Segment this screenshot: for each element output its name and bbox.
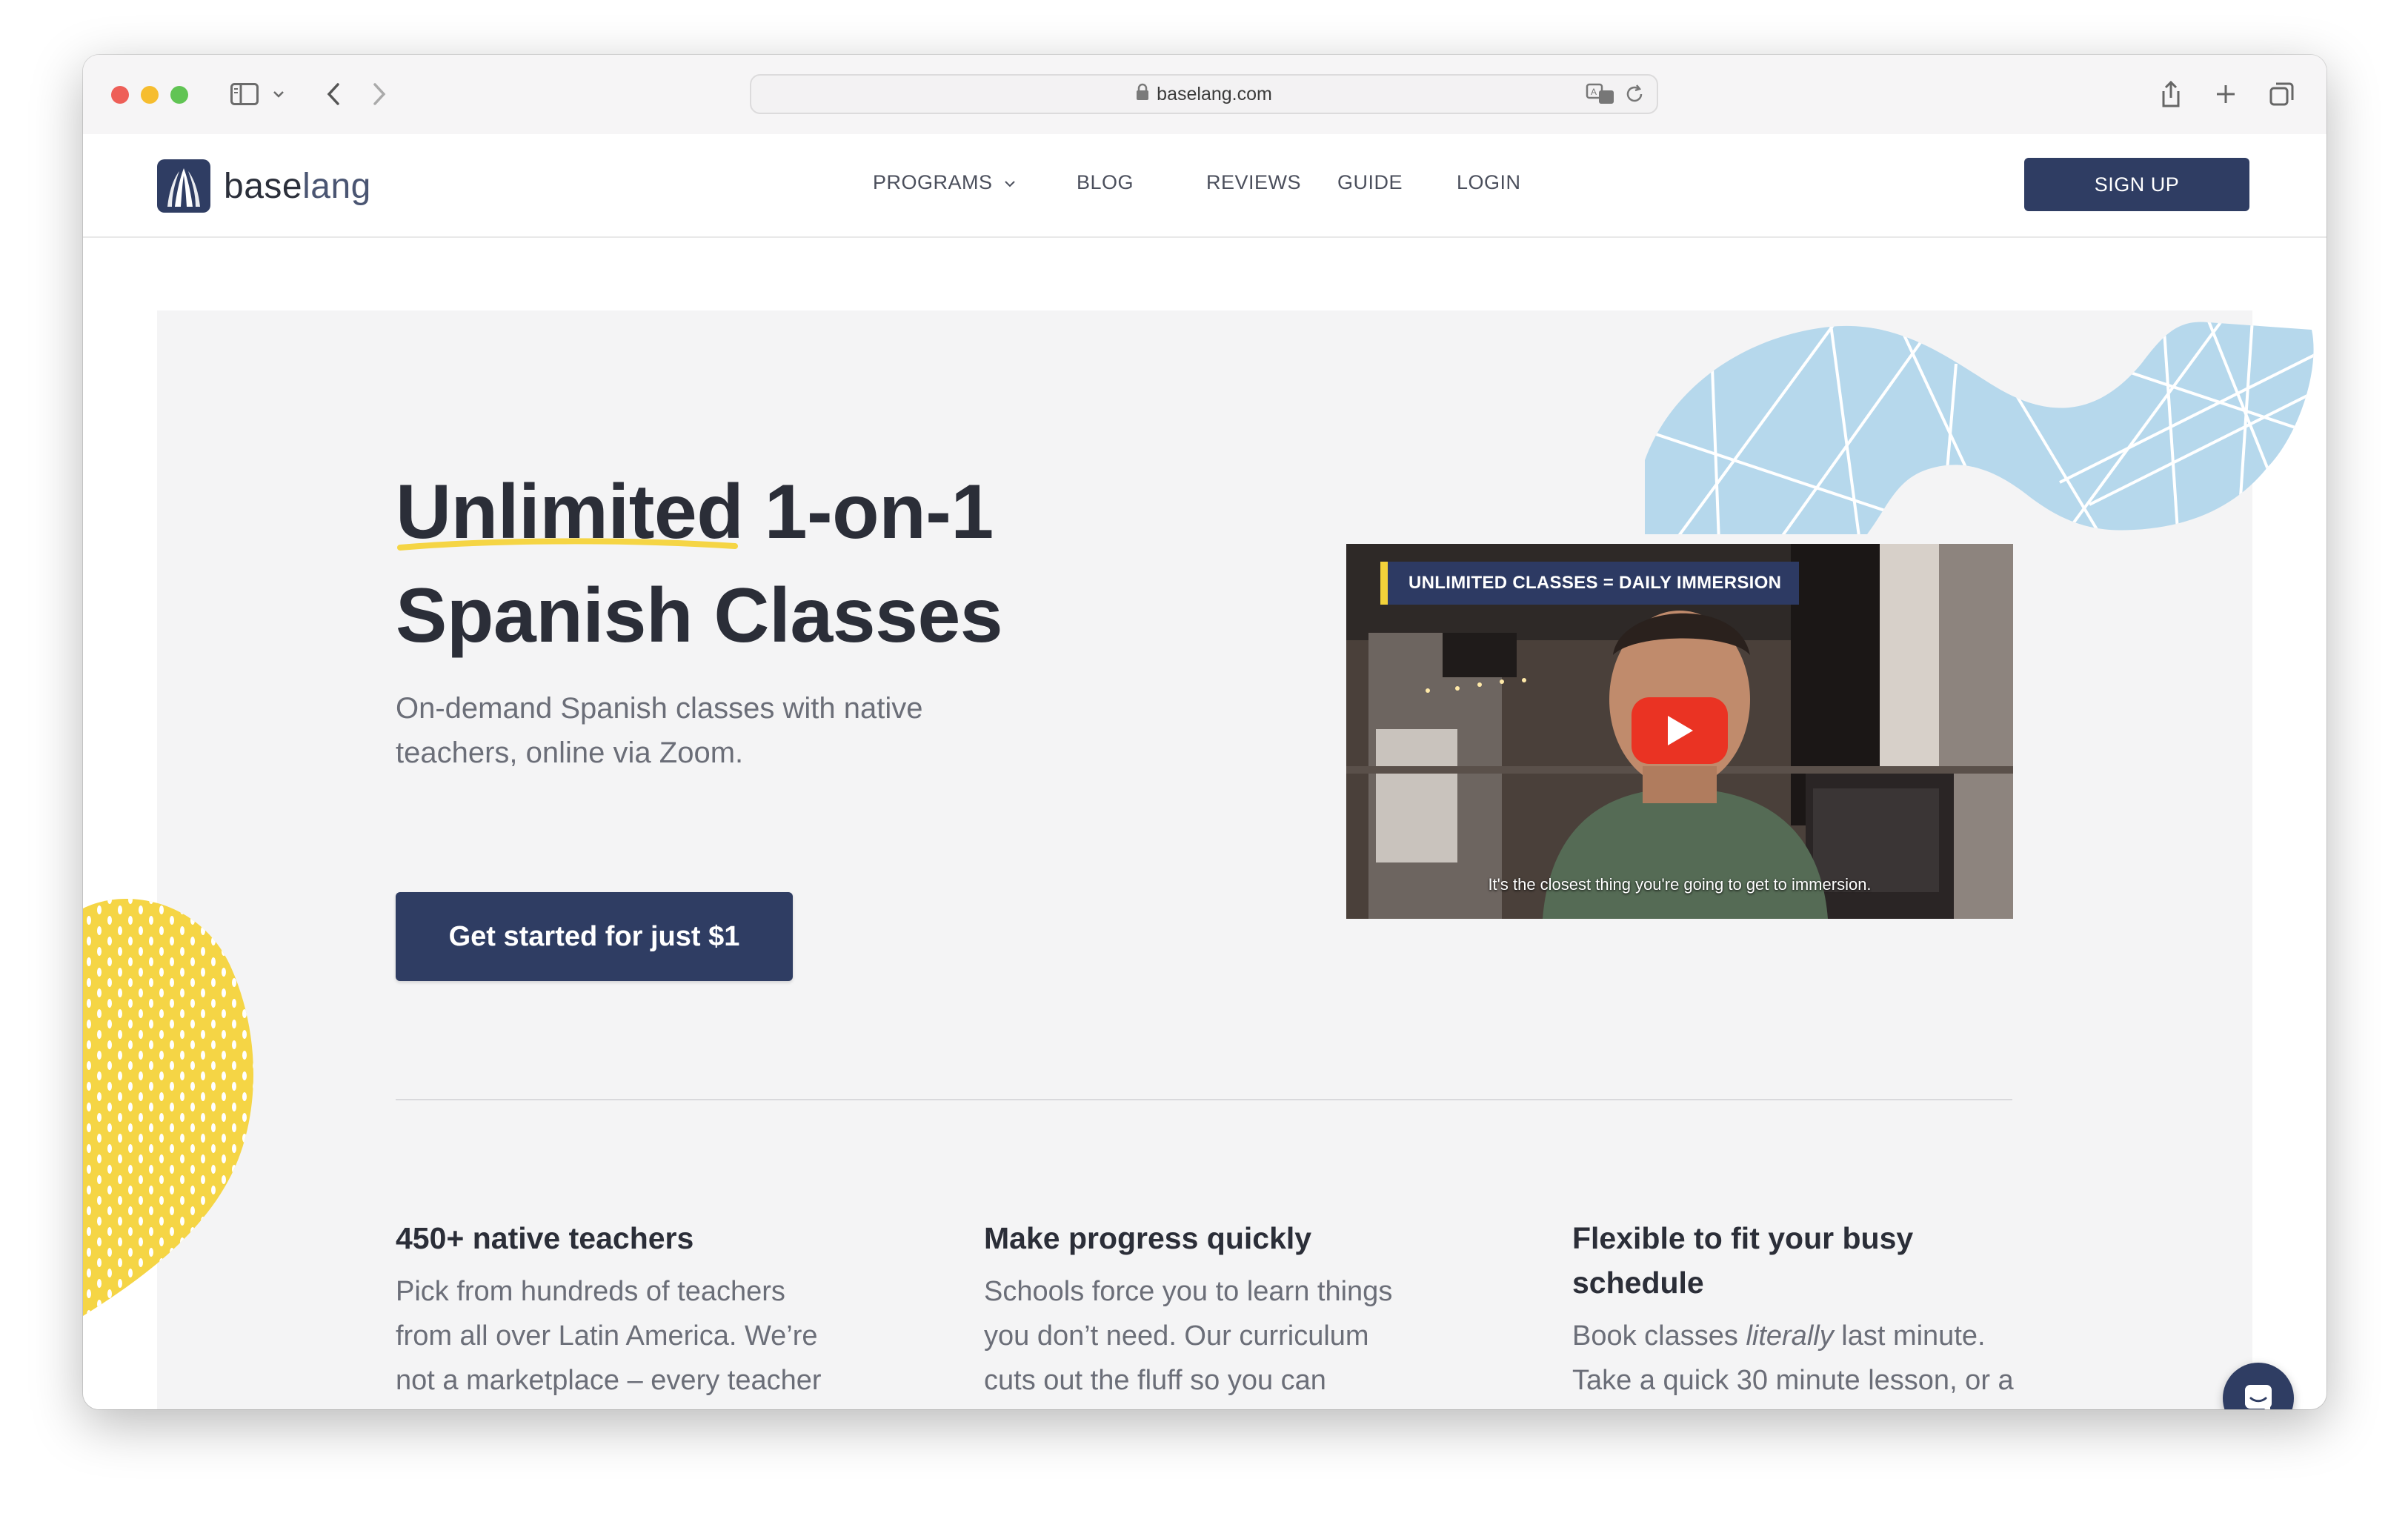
browser-toolbar: baselang.com A — [83, 55, 2326, 136]
feature-title: Flexible to fit your busy schedule — [1572, 1221, 1914, 1300]
minimize-window-button[interactable] — [141, 86, 159, 104]
svg-text:A: A — [1591, 87, 1597, 97]
feature-title: 450+ native teachers — [396, 1221, 694, 1255]
share-icon[interactable] — [2156, 77, 2186, 111]
nav-login[interactable]: LOGIN — [1457, 171, 1521, 194]
get-started-button[interactable]: Get started for just $1 — [396, 892, 793, 981]
feature-body: Schools force you to learn things you do… — [984, 1276, 1393, 1396]
sidebar-icon[interactable] — [227, 77, 262, 111]
logo-mark-icon — [157, 159, 210, 213]
underline-decoration — [397, 538, 738, 551]
tabs-icon[interactable] — [2267, 77, 2297, 111]
nav-blog[interactable]: BLOG — [1077, 171, 1134, 194]
feature-title: Make progress quickly — [984, 1221, 1312, 1255]
section-divider — [396, 1099, 2012, 1100]
hero-title-highlight: Unlimited — [396, 469, 744, 555]
chevron-down-icon[interactable] — [270, 77, 287, 111]
nav-reviews[interactable]: REVIEWS — [1206, 171, 1301, 194]
lock-icon — [1136, 83, 1149, 106]
feature-body: Pick from hundreds of teachers from all … — [396, 1276, 822, 1396]
site-header: baselang PROGRAMS BLOG REVIEWS GUIDE LOG… — [83, 134, 2326, 238]
feature-teachers: 450+ native teachers Pick from hundreds … — [396, 1216, 840, 1409]
page-content: Unlimited 1-on-1 Spanish Classes On-dema… — [83, 238, 2326, 1409]
new-tab-icon[interactable] — [2211, 77, 2241, 111]
url-text: baselang.com — [1157, 83, 1272, 104]
yellow-blob-decoration — [83, 898, 253, 1316]
feature-progress: Make progress quickly Schools force you … — [984, 1216, 1428, 1409]
hero-subtitle: On-demand Spanish classes with native te… — [396, 692, 923, 769]
forward-icon[interactable] — [365, 77, 394, 111]
browser-window: baselang.com A baselang PROGRAMS BLOG RE… — [83, 55, 2326, 1409]
logo-wordmark: baselang — [224, 166, 371, 206]
nav-programs[interactable]: PROGRAMS — [873, 171, 1017, 194]
hero-title: Unlimited 1-on-1 Spanish Classes — [396, 460, 1003, 668]
address-bar[interactable]: baselang.com A — [750, 74, 1658, 114]
chat-icon — [2245, 1385, 2272, 1409]
back-icon[interactable] — [319, 77, 348, 111]
zoom-window-button[interactable] — [170, 86, 188, 104]
feature-flexible: Flexible to fit your busy schedule Book … — [1572, 1216, 2017, 1409]
play-icon — [1668, 716, 1693, 745]
intro-video-player[interactable]: UNLIMITED CLASSES = DAILY IMMERSION It's… — [1346, 544, 2013, 919]
nav-guide[interactable]: GUIDE — [1337, 171, 1403, 194]
translate-icon[interactable]: A — [1586, 83, 1615, 110]
feature-body: Book classes literally last minute. Take… — [1572, 1320, 2014, 1396]
chevron-down-icon — [1004, 181, 1015, 187]
play-button[interactable] — [1632, 697, 1728, 764]
reload-icon[interactable] — [1624, 83, 1645, 110]
video-banner: UNLIMITED CLASSES = DAILY IMMERSION — [1380, 562, 1800, 605]
baselang-logo[interactable]: baselang — [157, 159, 371, 213]
video-caption: It's the closest thing you're going to g… — [1488, 875, 1872, 894]
sign-up-button[interactable]: SIGN UP — [2024, 158, 2249, 211]
blue-wave-decoration — [1645, 322, 2314, 535]
close-window-button[interactable] — [111, 86, 129, 104]
